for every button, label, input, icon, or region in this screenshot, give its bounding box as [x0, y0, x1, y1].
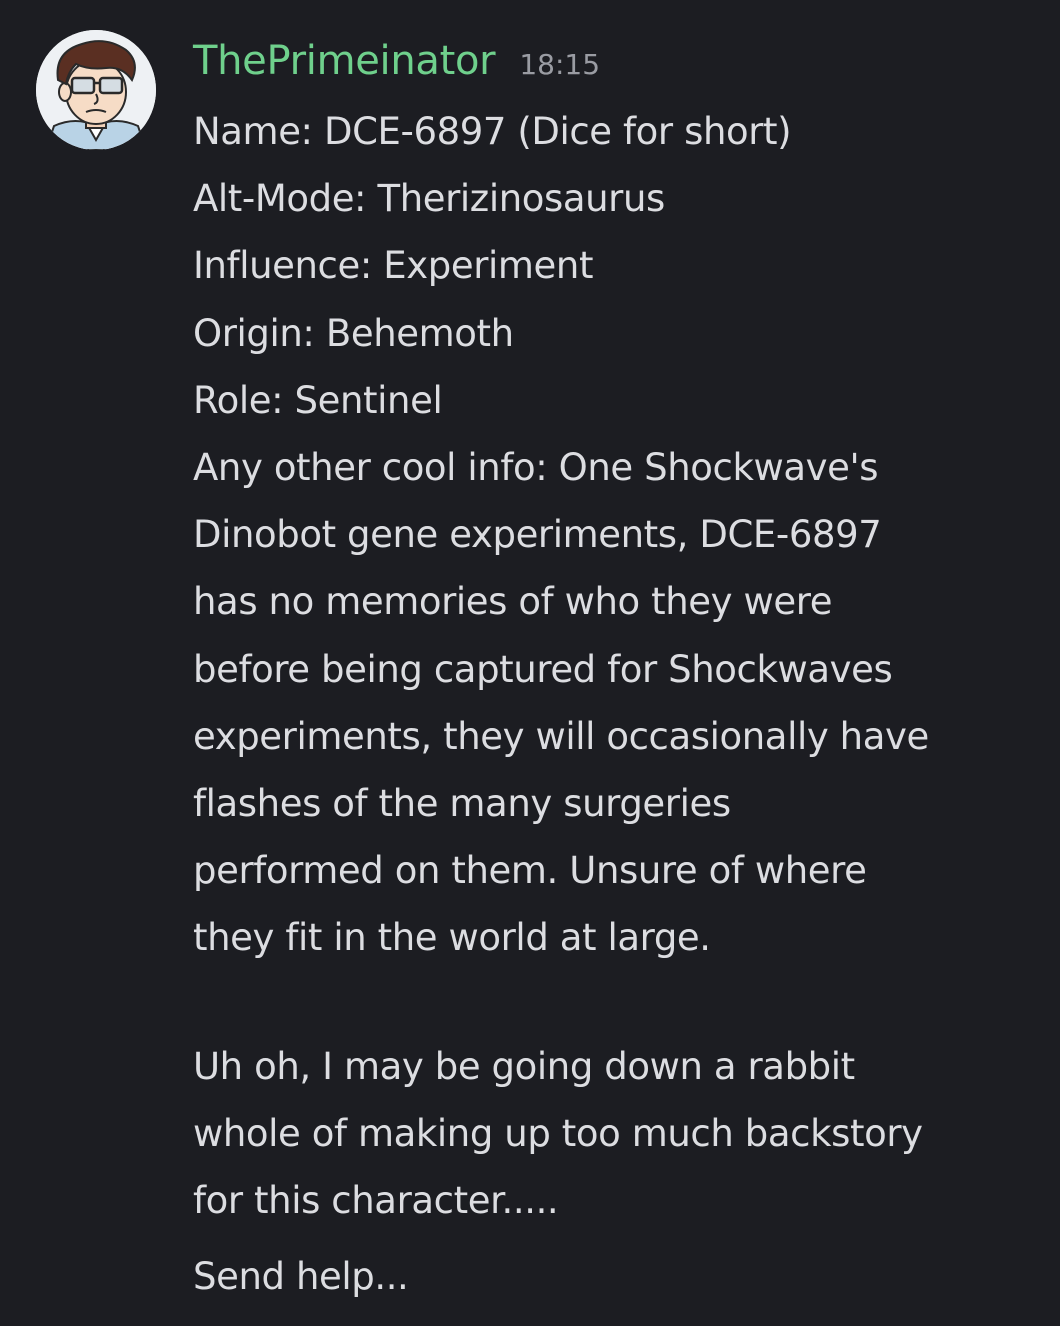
chat-message: ThePrimeinator 18:15 Name: DCE-6897 (Dic… — [0, 0, 1060, 1326]
user-avatar[interactable] — [36, 30, 156, 150]
message-content-second-paragraph: Uh oh, I may be going down a rabbit whol… — [193, 1033, 1033, 1234]
message-line: for this character..... — [193, 1179, 559, 1222]
message-line: experiments, they will occasionally have — [193, 714, 929, 758]
message-line: Origin: Behemoth — [193, 311, 514, 355]
message-header: ThePrimeinator 18:15 — [193, 38, 600, 94]
message-line: Influence: Experiment — [193, 244, 594, 288]
avatar-illustration — [36, 30, 156, 150]
message-line: has no memories of who they were — [193, 580, 833, 624]
message-line: Any other cool info: One Shockwave's — [193, 445, 879, 489]
followup-message: Send help... — [193, 1255, 409, 1298]
message-line: Uh oh, I may be going down a rabbit — [193, 1045, 855, 1088]
message-content: Name: DCE-6897 (Dice for short) Alt-Mode… — [193, 98, 1033, 971]
message-line: Role: Sentinel — [193, 378, 443, 422]
message-line: performed on them. Unsure of where — [193, 849, 867, 893]
message-timestamp[interactable]: 18:15 — [519, 48, 600, 81]
message-line: flashes of the many surgeries — [193, 781, 731, 825]
message-line: Dinobot gene experiments, DCE-6897 — [193, 513, 882, 557]
message-line: before being captured for Shockwaves — [193, 647, 893, 691]
message-line: whole of making up too much backstory — [193, 1112, 923, 1155]
message-line: they fit in the world at large. — [193, 916, 711, 960]
username[interactable]: ThePrimeinator — [193, 38, 496, 84]
message-line: Name: DCE-6897 (Dice for short) — [193, 110, 792, 153]
message-line: Alt-Mode: Therizinosaurus — [193, 177, 665, 221]
